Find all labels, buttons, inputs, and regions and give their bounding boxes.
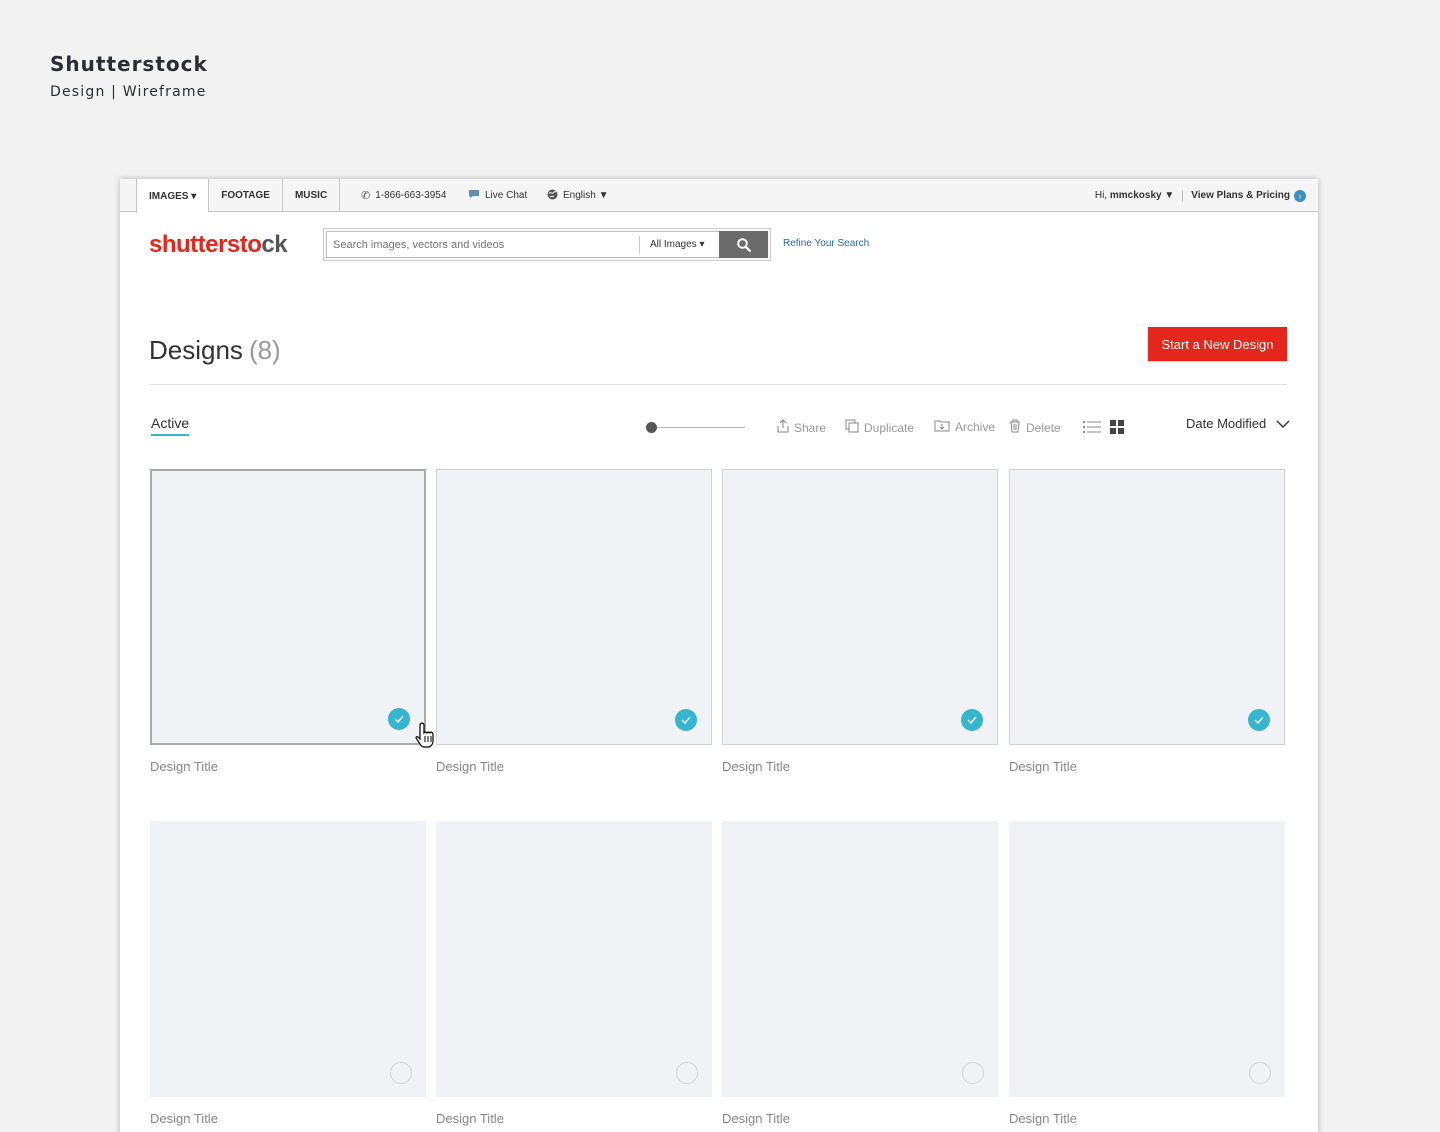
- logo-text-2: ck: [261, 231, 288, 258]
- chevron-down-icon: [1276, 420, 1290, 428]
- design-card[interactable]: Design Title: [1009, 821, 1285, 1126]
- phone-number: 1-866-663-3954: [375, 190, 447, 201]
- search-input[interactable]: [327, 232, 639, 257]
- duplicate-label: Duplicate: [864, 420, 915, 435]
- design-card[interactable]: Design Title: [722, 821, 998, 1126]
- logo-text-1: shutterst: [149, 231, 248, 258]
- tab-footage[interactable]: FOOTAGE: [208, 179, 282, 212]
- filter-tab-active[interactable]: Active: [151, 415, 190, 436]
- category-select[interactable]: All Images ▾: [639, 235, 719, 254]
- page-title-text: Designs: [149, 335, 243, 365]
- refine-search-link[interactable]: Refine Your Search: [783, 238, 869, 249]
- presentation-caption: Shutterstock Design | Wireframe: [50, 52, 208, 100]
- design-title[interactable]: Design Title: [436, 1111, 712, 1126]
- design-title[interactable]: Design Title: [722, 759, 998, 774]
- select-circle-icon[interactable]: [676, 1062, 698, 1084]
- share-label: Share: [794, 420, 827, 435]
- delete-label: Delete: [1026, 420, 1061, 435]
- archive-label: Archive: [955, 420, 996, 434]
- sort-label: Date Modified: [1186, 416, 1267, 431]
- design-card[interactable]: Design Title: [150, 821, 426, 1126]
- checkmark-icon[interactable]: [961, 709, 983, 731]
- header-divider: [149, 384, 1287, 385]
- search-bar: All Images ▾: [323, 228, 771, 261]
- language-label: English ▼: [563, 190, 609, 201]
- greeting-prefix: Hi,: [1094, 190, 1108, 201]
- design-title[interactable]: Design Title: [1009, 759, 1285, 774]
- duplicate-button[interactable]: Duplicate: [845, 419, 914, 436]
- delete-button[interactable]: Delete: [1009, 419, 1061, 436]
- select-circle-icon[interactable]: [962, 1062, 984, 1084]
- design-count: (8): [248, 335, 281, 365]
- browser-frame: IMAGES ▾ FOOTAGE MUSIC ✆ 1-866-663-3954 …: [120, 179, 1318, 1132]
- caption-subtitle: Design | Wireframe: [50, 84, 207, 100]
- search-button[interactable]: [719, 231, 768, 258]
- design-thumbnail[interactable]: [436, 469, 712, 745]
- checkmark-icon[interactable]: [675, 709, 697, 731]
- plans-pricing-link[interactable]: View Plans & Pricing: [1191, 190, 1290, 201]
- search-icon: [736, 237, 751, 252]
- thumbnail-size-slider[interactable]: [646, 422, 745, 433]
- design-thumbnail[interactable]: [1009, 469, 1285, 745]
- design-title[interactable]: Design Title: [722, 1111, 998, 1126]
- design-thumbnail[interactable]: [436, 821, 712, 1097]
- design-thumbnail[interactable]: [150, 821, 426, 1097]
- design-card[interactable]: Design Title: [150, 469, 434, 774]
- globe-icon: [547, 189, 558, 203]
- design-thumbnail[interactable]: [722, 469, 998, 745]
- design-title[interactable]: Design Title: [436, 759, 712, 774]
- archive-button[interactable]: Archive: [934, 419, 995, 435]
- sort-dropdown[interactable]: Date Modified: [1186, 416, 1290, 431]
- language-selector[interactable]: English ▼: [547, 179, 608, 212]
- shutterstock-logo[interactable]: shutterstock: [149, 231, 288, 259]
- design-card[interactable]: Design Title: [436, 821, 712, 1126]
- account-area: Hi, mmckosky ▼ View Plans & Pricing ›: [1095, 179, 1306, 212]
- slider-knob[interactable]: [646, 422, 657, 433]
- share-button[interactable]: Share: [777, 419, 826, 436]
- share-icon: [777, 419, 789, 436]
- select-circle-icon[interactable]: [390, 1062, 412, 1084]
- utility-bar: IMAGES ▾ FOOTAGE MUSIC ✆ 1-866-663-3954 …: [120, 179, 1318, 213]
- design-title[interactable]: Design Title: [1009, 1111, 1285, 1126]
- checkmark-icon[interactable]: [1248, 709, 1270, 731]
- design-thumbnail[interactable]: [1009, 821, 1285, 1097]
- grid-view-icon[interactable]: [1110, 420, 1124, 434]
- start-new-design-button[interactable]: Start a New Design: [1148, 327, 1287, 361]
- search-inner: All Images ▾: [326, 231, 768, 258]
- design-card[interactable]: Design Title: [436, 469, 712, 774]
- select-circle-icon[interactable]: [1249, 1062, 1271, 1084]
- divider: [1182, 189, 1184, 202]
- chat-bubble-icon: [468, 189, 480, 202]
- duplicate-icon: [845, 419, 859, 436]
- design-thumbnail[interactable]: [722, 821, 998, 1097]
- phone-link[interactable]: ✆ 1-866-663-3954: [361, 179, 446, 212]
- hand-cursor-icon: [415, 722, 434, 748]
- phone-icon: ✆: [361, 190, 371, 202]
- account-menu[interactable]: mmckosky ▼: [1110, 190, 1174, 201]
- live-chat-label: Live Chat: [485, 190, 528, 201]
- arrow-right-icon[interactable]: ›: [1294, 189, 1306, 202]
- live-chat-link[interactable]: Live Chat: [468, 179, 527, 212]
- media-tabs: IMAGES ▾ FOOTAGE MUSIC: [136, 179, 341, 213]
- design-thumbnail[interactable]: [150, 469, 434, 748]
- checkmark-icon[interactable]: [388, 708, 410, 730]
- logo-mark: o: [247, 231, 262, 258]
- list-view-icon[interactable]: [1083, 420, 1101, 434]
- tab-images[interactable]: IMAGES ▾: [136, 179, 209, 213]
- design-title[interactable]: Design Title: [150, 1111, 426, 1126]
- tab-music[interactable]: MUSIC: [281, 179, 341, 212]
- caption-title: Shutterstock: [50, 52, 208, 76]
- design-card[interactable]: Design Title: [722, 469, 998, 774]
- design-title[interactable]: Design Title: [150, 759, 426, 774]
- design-card[interactable]: Design Title: [1009, 469, 1285, 774]
- trash-icon: [1009, 419, 1021, 436]
- page-title: Designs (8): [149, 335, 281, 366]
- archive-icon: [934, 419, 950, 435]
